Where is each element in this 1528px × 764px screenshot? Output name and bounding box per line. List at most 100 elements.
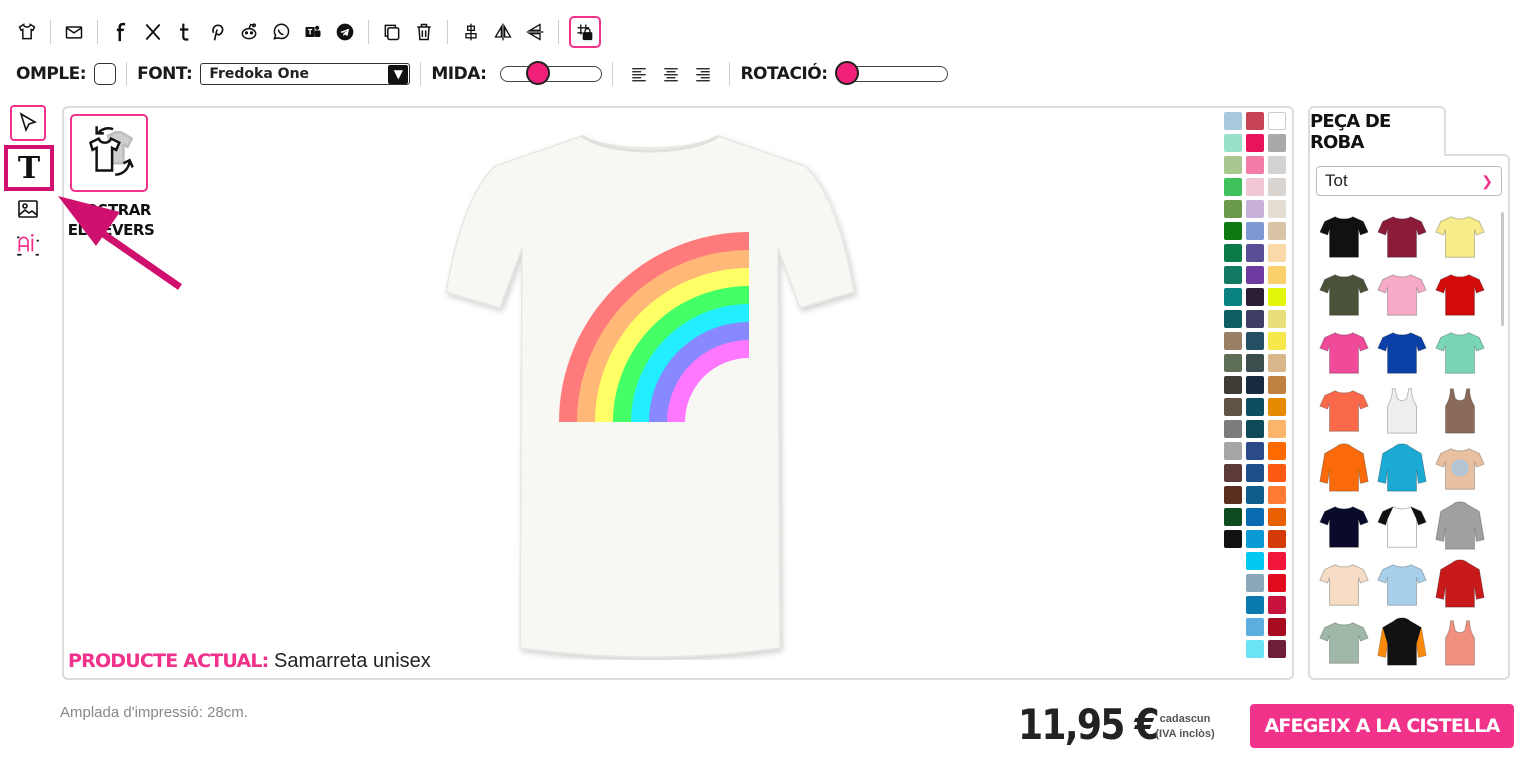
- color-swatch[interactable]: [1268, 222, 1286, 240]
- show-back-button[interactable]: [70, 114, 148, 192]
- color-swatch[interactable]: [1246, 332, 1264, 350]
- color-swatch[interactable]: [1224, 530, 1242, 548]
- garment-option-mint-tshirt[interactable]: [1432, 324, 1488, 380]
- rotation-slider-thumb[interactable]: [834, 61, 859, 85]
- color-swatch[interactable]: [1268, 178, 1286, 196]
- color-swatch[interactable]: [1246, 376, 1264, 394]
- telegram-icon[interactable]: [332, 18, 358, 46]
- garment-option-olive-tshirt[interactable]: [1316, 266, 1372, 322]
- color-swatch[interactable]: [1246, 486, 1264, 504]
- align-right-icon[interactable]: [692, 63, 714, 85]
- garment-option-yellow-tshirt[interactable]: [1432, 208, 1488, 264]
- color-swatch[interactable]: [1268, 530, 1286, 548]
- color-swatch[interactable]: [1224, 398, 1242, 416]
- color-swatch[interactable]: [1246, 464, 1264, 482]
- color-swatch[interactable]: [1268, 442, 1286, 460]
- add-to-cart-button[interactable]: AFEGEIX A LA CISTELLA: [1250, 704, 1514, 748]
- font-select[interactable]: Fredoka One ▼: [200, 63, 411, 85]
- color-swatch[interactable]: [1246, 310, 1264, 328]
- color-swatch[interactable]: [1224, 266, 1242, 284]
- color-swatch[interactable]: [1246, 618, 1264, 636]
- garment-option-navy-tshirt[interactable]: [1316, 498, 1372, 554]
- flip-vertical-icon[interactable]: [522, 18, 548, 46]
- garment-option-black-tshirt[interactable]: [1316, 208, 1372, 264]
- mail-icon[interactable]: [61, 18, 87, 46]
- garment-option-brown-tank[interactable]: [1432, 382, 1488, 438]
- color-swatch[interactable]: [1268, 464, 1286, 482]
- garment-option-white-tank[interactable]: [1374, 382, 1430, 438]
- color-swatch[interactable]: [1246, 640, 1264, 658]
- garment-option-gradient-tshirt[interactable]: [1374, 556, 1430, 612]
- color-swatch[interactable]: [1224, 200, 1242, 218]
- color-swatch[interactable]: [1224, 134, 1242, 152]
- teams-icon[interactable]: [300, 18, 326, 46]
- color-swatch[interactable]: [1224, 178, 1242, 196]
- grid-lock-icon[interactable]: [569, 16, 601, 48]
- color-swatch[interactable]: [1268, 376, 1286, 394]
- align-center-text-icon[interactable]: [660, 63, 682, 85]
- color-swatch[interactable]: [1246, 178, 1264, 196]
- color-swatch[interactable]: [1224, 486, 1242, 504]
- color-swatch[interactable]: [1224, 288, 1242, 306]
- panel-scrollbar[interactable]: [1501, 212, 1504, 326]
- color-swatch[interactable]: [1268, 508, 1286, 526]
- color-swatch[interactable]: [1268, 640, 1286, 658]
- align-center-icon[interactable]: [458, 18, 484, 46]
- color-swatch[interactable]: [1246, 266, 1264, 284]
- garment-option-coral-tshirt[interactable]: [1316, 382, 1372, 438]
- color-swatch[interactable]: [1246, 222, 1264, 240]
- color-swatch[interactable]: [1268, 552, 1286, 570]
- design-canvas[interactable]: MOSTRAR EL REVERS PRODUCTE ACTUAL: Samar…: [62, 106, 1294, 680]
- color-swatch[interactable]: [1268, 112, 1286, 130]
- tumblr-icon[interactable]: [172, 18, 198, 46]
- pinterest-icon[interactable]: [204, 18, 230, 46]
- garment-option-pink-tshirt[interactable]: [1374, 266, 1430, 322]
- color-swatch[interactable]: [1224, 354, 1242, 372]
- whatsapp-icon[interactable]: [268, 18, 294, 46]
- color-swatch[interactable]: [1268, 486, 1286, 504]
- garment-option-tiedye-tshirt[interactable]: [1432, 440, 1488, 496]
- color-swatch[interactable]: [1268, 266, 1286, 284]
- color-swatch[interactable]: [1224, 508, 1242, 526]
- color-swatch[interactable]: [1246, 398, 1264, 416]
- garment-option-varsity-jacket[interactable]: [1432, 556, 1488, 612]
- garment-option-cyan-hoodie[interactable]: [1374, 440, 1430, 496]
- image-icon[interactable]: [10, 191, 46, 227]
- align-left-icon[interactable]: [628, 63, 650, 85]
- tab-garment[interactable]: PEÇA DE ROBA: [1308, 106, 1446, 156]
- color-swatch[interactable]: [1224, 112, 1242, 130]
- garment-option-salmon-tank[interactable]: [1432, 614, 1488, 670]
- color-swatch[interactable]: [1268, 156, 1286, 174]
- garment-option-black-orange-hoodie[interactable]: [1374, 614, 1430, 670]
- text-tool-button[interactable]: T: [4, 145, 54, 191]
- color-swatch[interactable]: [1268, 420, 1286, 438]
- color-swatch[interactable]: [1268, 618, 1286, 636]
- color-swatch[interactable]: [1246, 530, 1264, 548]
- color-swatch[interactable]: [1268, 134, 1286, 152]
- size-slider-thumb[interactable]: [526, 61, 551, 85]
- color-swatch[interactable]: [1246, 112, 1264, 130]
- color-swatch[interactable]: [1246, 596, 1264, 614]
- color-swatch[interactable]: [1224, 222, 1242, 240]
- tshirt-icon[interactable]: [14, 18, 40, 46]
- ai-icon[interactable]: [10, 227, 46, 263]
- garment-option-peach-tshirt[interactable]: [1316, 556, 1372, 612]
- color-swatch[interactable]: [1246, 354, 1264, 372]
- color-swatch[interactable]: [1246, 508, 1264, 526]
- color-swatch[interactable]: [1246, 288, 1264, 306]
- color-swatch[interactable]: [1246, 442, 1264, 460]
- color-swatch[interactable]: [1224, 310, 1242, 328]
- color-swatch[interactable]: [1268, 332, 1286, 350]
- facebook-icon[interactable]: [108, 18, 134, 46]
- garment-option-orange-hoodie[interactable]: [1316, 440, 1372, 496]
- garment-filter-select[interactable]: Tot ❯: [1316, 166, 1502, 196]
- color-swatch[interactable]: [1224, 442, 1242, 460]
- garment-option-royal-blue-tshirt[interactable]: [1374, 324, 1430, 380]
- color-swatch[interactable]: [1268, 288, 1286, 306]
- garment-option-fuchsia-tshirt[interactable]: [1316, 324, 1372, 380]
- reddit-icon[interactable]: [236, 18, 262, 46]
- color-swatch[interactable]: [1268, 244, 1286, 262]
- color-swatch[interactable]: [1246, 574, 1264, 592]
- color-swatch[interactable]: [1246, 200, 1264, 218]
- duplicate-icon[interactable]: [379, 18, 405, 46]
